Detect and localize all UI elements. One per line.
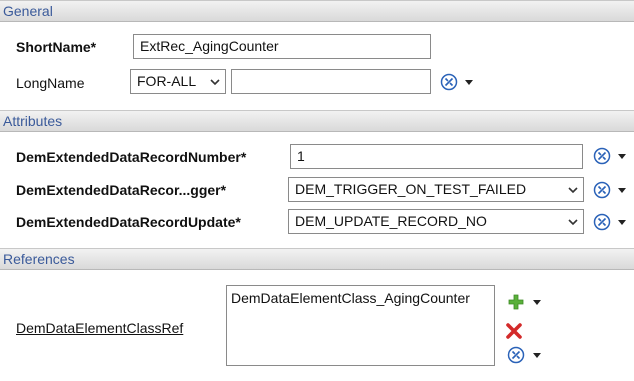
chevron-down-icon bbox=[210, 79, 220, 86]
update-label: DemExtendedDataRecordUpdate* bbox=[16, 214, 241, 230]
shortname-label: ShortName* bbox=[16, 39, 97, 55]
class-ref-list[interactable]: DemDataElementClass_AgingCounter bbox=[226, 285, 495, 366]
update-value: DEM_UPDATE_RECORD_NO bbox=[295, 213, 487, 229]
class-ref-label[interactable]: DemDataElementClassRef bbox=[16, 318, 183, 338]
wrench-circle-icon[interactable] bbox=[593, 213, 611, 231]
trigger-select[interactable]: DEM_TRIGGER_ON_TEST_FAILED bbox=[288, 177, 584, 202]
shortname-input[interactable]: ExtRec_AgingCounter bbox=[133, 34, 431, 59]
record-number-input[interactable]: 1 bbox=[290, 144, 583, 169]
plus-icon[interactable] bbox=[507, 293, 525, 311]
wrench-circle-icon[interactable] bbox=[593, 147, 611, 165]
section-header-general[interactable]: General bbox=[0, 0, 634, 22]
update-select[interactable]: DEM_UPDATE_RECORD_NO bbox=[288, 209, 584, 234]
dropdown-arrow-icon[interactable] bbox=[464, 78, 474, 86]
section-header-attributes[interactable]: Attributes bbox=[0, 110, 634, 132]
longname-language-value: FOR-ALL bbox=[137, 73, 197, 89]
chevron-down-icon bbox=[568, 187, 578, 194]
dropdown-arrow-icon[interactable] bbox=[617, 152, 627, 160]
longname-language-select[interactable]: FOR-ALL bbox=[130, 69, 226, 94]
delete-x-icon[interactable] bbox=[505, 322, 523, 340]
wrench-circle-icon[interactable] bbox=[507, 346, 525, 364]
longname-label: LongName bbox=[16, 75, 85, 91]
section-header-references[interactable]: References bbox=[0, 248, 634, 270]
wrench-circle-icon[interactable] bbox=[440, 73, 458, 91]
dropdown-arrow-icon[interactable] bbox=[532, 298, 542, 306]
chevron-down-icon bbox=[568, 219, 578, 226]
trigger-label: DemExtendedDataRecor...gger* bbox=[16, 182, 227, 198]
record-number-label: DemExtendedDataRecordNumber* bbox=[16, 149, 247, 165]
longname-input[interactable] bbox=[231, 69, 431, 94]
list-item[interactable]: DemDataElementClass_AgingCounter bbox=[231, 289, 490, 307]
dropdown-arrow-icon[interactable] bbox=[617, 218, 627, 226]
trigger-value: DEM_TRIGGER_ON_TEST_FAILED bbox=[295, 181, 527, 197]
wrench-circle-icon[interactable] bbox=[593, 181, 611, 199]
dropdown-arrow-icon[interactable] bbox=[532, 351, 542, 359]
dropdown-arrow-icon[interactable] bbox=[617, 186, 627, 194]
